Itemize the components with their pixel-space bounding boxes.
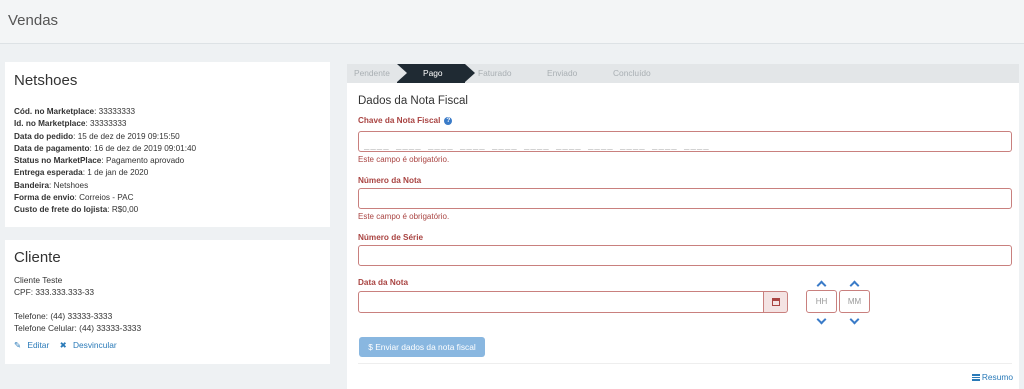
order-info-row: Data do pedido: 15 de dez de 2019 09:15:… (14, 131, 180, 141)
invoice-key-label: Chave da Nota Fiscal? (358, 116, 453, 125)
question-icon[interactable]: ? (444, 116, 453, 125)
invoice-date-label: Data da Nota (358, 278, 409, 287)
step-concluido: Concluído (613, 68, 651, 78)
close-icon: ✖ (59, 340, 67, 350)
order-info-row: Custo de frete do lojista: R$0,00 (14, 205, 139, 215)
order-info-list: Cód. no Marketplace: 33333333 Id. no Mar… (14, 106, 196, 217)
hour-increment-icon[interactable] (816, 280, 827, 291)
invoice-panel: Dados da Nota Fiscal Chave da Nota Fisca… (347, 83, 1019, 389)
client-phone: Telefone: (44) 33333-3333 (14, 311, 113, 321)
invoice-number-input[interactable] (358, 188, 1012, 209)
invoice-series-input[interactable] (358, 245, 1012, 266)
pencil-icon: ✎ (14, 340, 22, 350)
step-faturado: Faturado (478, 68, 512, 78)
client-name: Cliente Teste (14, 275, 63, 285)
invoice-key-input[interactable]: ____ ____ ____ ____ ____ ____ ____ ____ … (358, 131, 1012, 152)
invoice-date-input[interactable] (358, 291, 776, 313)
client-mobile: Telefone Celular: (44) 33333-3333 (14, 323, 142, 333)
unlink-client-link[interactable]: ✖ Desvincular (60, 340, 121, 350)
page-header: Vendas (0, 0, 1024, 44)
client-title: Cliente (14, 249, 61, 266)
order-info-row: Status no MarketPlace: Pagamento aprovad… (14, 156, 185, 166)
client-actions: ✎ Editar ✖ Desvincular (14, 340, 125, 350)
divider (358, 363, 1012, 364)
edit-client-link[interactable]: ✎ Editar (14, 340, 53, 350)
page-title: Vendas (8, 12, 59, 29)
order-info-row: Forma de envio: Correios - PAC (14, 193, 134, 203)
hour-decrement-icon[interactable] (816, 314, 827, 325)
minute-decrement-icon[interactable] (849, 314, 860, 325)
invoice-key-error: Este campo é obrigatório. (358, 155, 450, 164)
order-status-steps: Pendente Pago Faturado Enviado Concluído (347, 64, 1019, 83)
order-info-row: Entrega esperada: 1 de jan de 2020 (14, 168, 149, 178)
client-cpf: CPF: 333.333.333-33 (14, 287, 95, 297)
step-pendente: Pendente (354, 68, 390, 78)
invoice-key-mask: ____ ____ ____ ____ ____ ____ ____ ____ … (364, 142, 710, 152)
invoice-number-error: Este campo é obrigatório. (358, 212, 450, 221)
marketplace-title: Netshoes (14, 72, 78, 89)
order-info-row: Data de pagamento: 16 de dez de 2019 09:… (14, 143, 197, 153)
client-info: Cliente Teste CPF: 333.333.333-33 Telefo… (14, 274, 141, 334)
minute-increment-icon[interactable] (849, 280, 860, 291)
step-enviado: Enviado (547, 68, 578, 78)
order-card: Netshoes Cód. no Marketplace: 33333333 I… (5, 62, 330, 227)
step-pago: Pago (397, 64, 475, 83)
summary-link[interactable]: Resumo (971, 372, 1013, 382)
invoice-number-label: Número da Nota (358, 176, 422, 185)
order-info-row: Bandeira: Netshoes (14, 180, 89, 190)
hour-input[interactable]: HH (806, 290, 837, 313)
minute-input[interactable]: MM (839, 290, 870, 313)
client-card: Cliente Cliente Teste CPF: 333.333.333-3… (5, 240, 330, 364)
order-info-row: Id. no Marketplace: 33333333 (14, 119, 127, 129)
list-icon (971, 374, 980, 382)
calendar-icon (772, 298, 780, 306)
calendar-button[interactable] (763, 291, 788, 313)
submit-invoice-button[interactable]: $ Enviar dados da nota fiscal (359, 337, 485, 357)
invoice-title: Dados da Nota Fiscal (358, 95, 468, 107)
order-info-row: Cód. no Marketplace: 33333333 (14, 107, 136, 116)
invoice-series-label: Número de Série (358, 233, 424, 242)
